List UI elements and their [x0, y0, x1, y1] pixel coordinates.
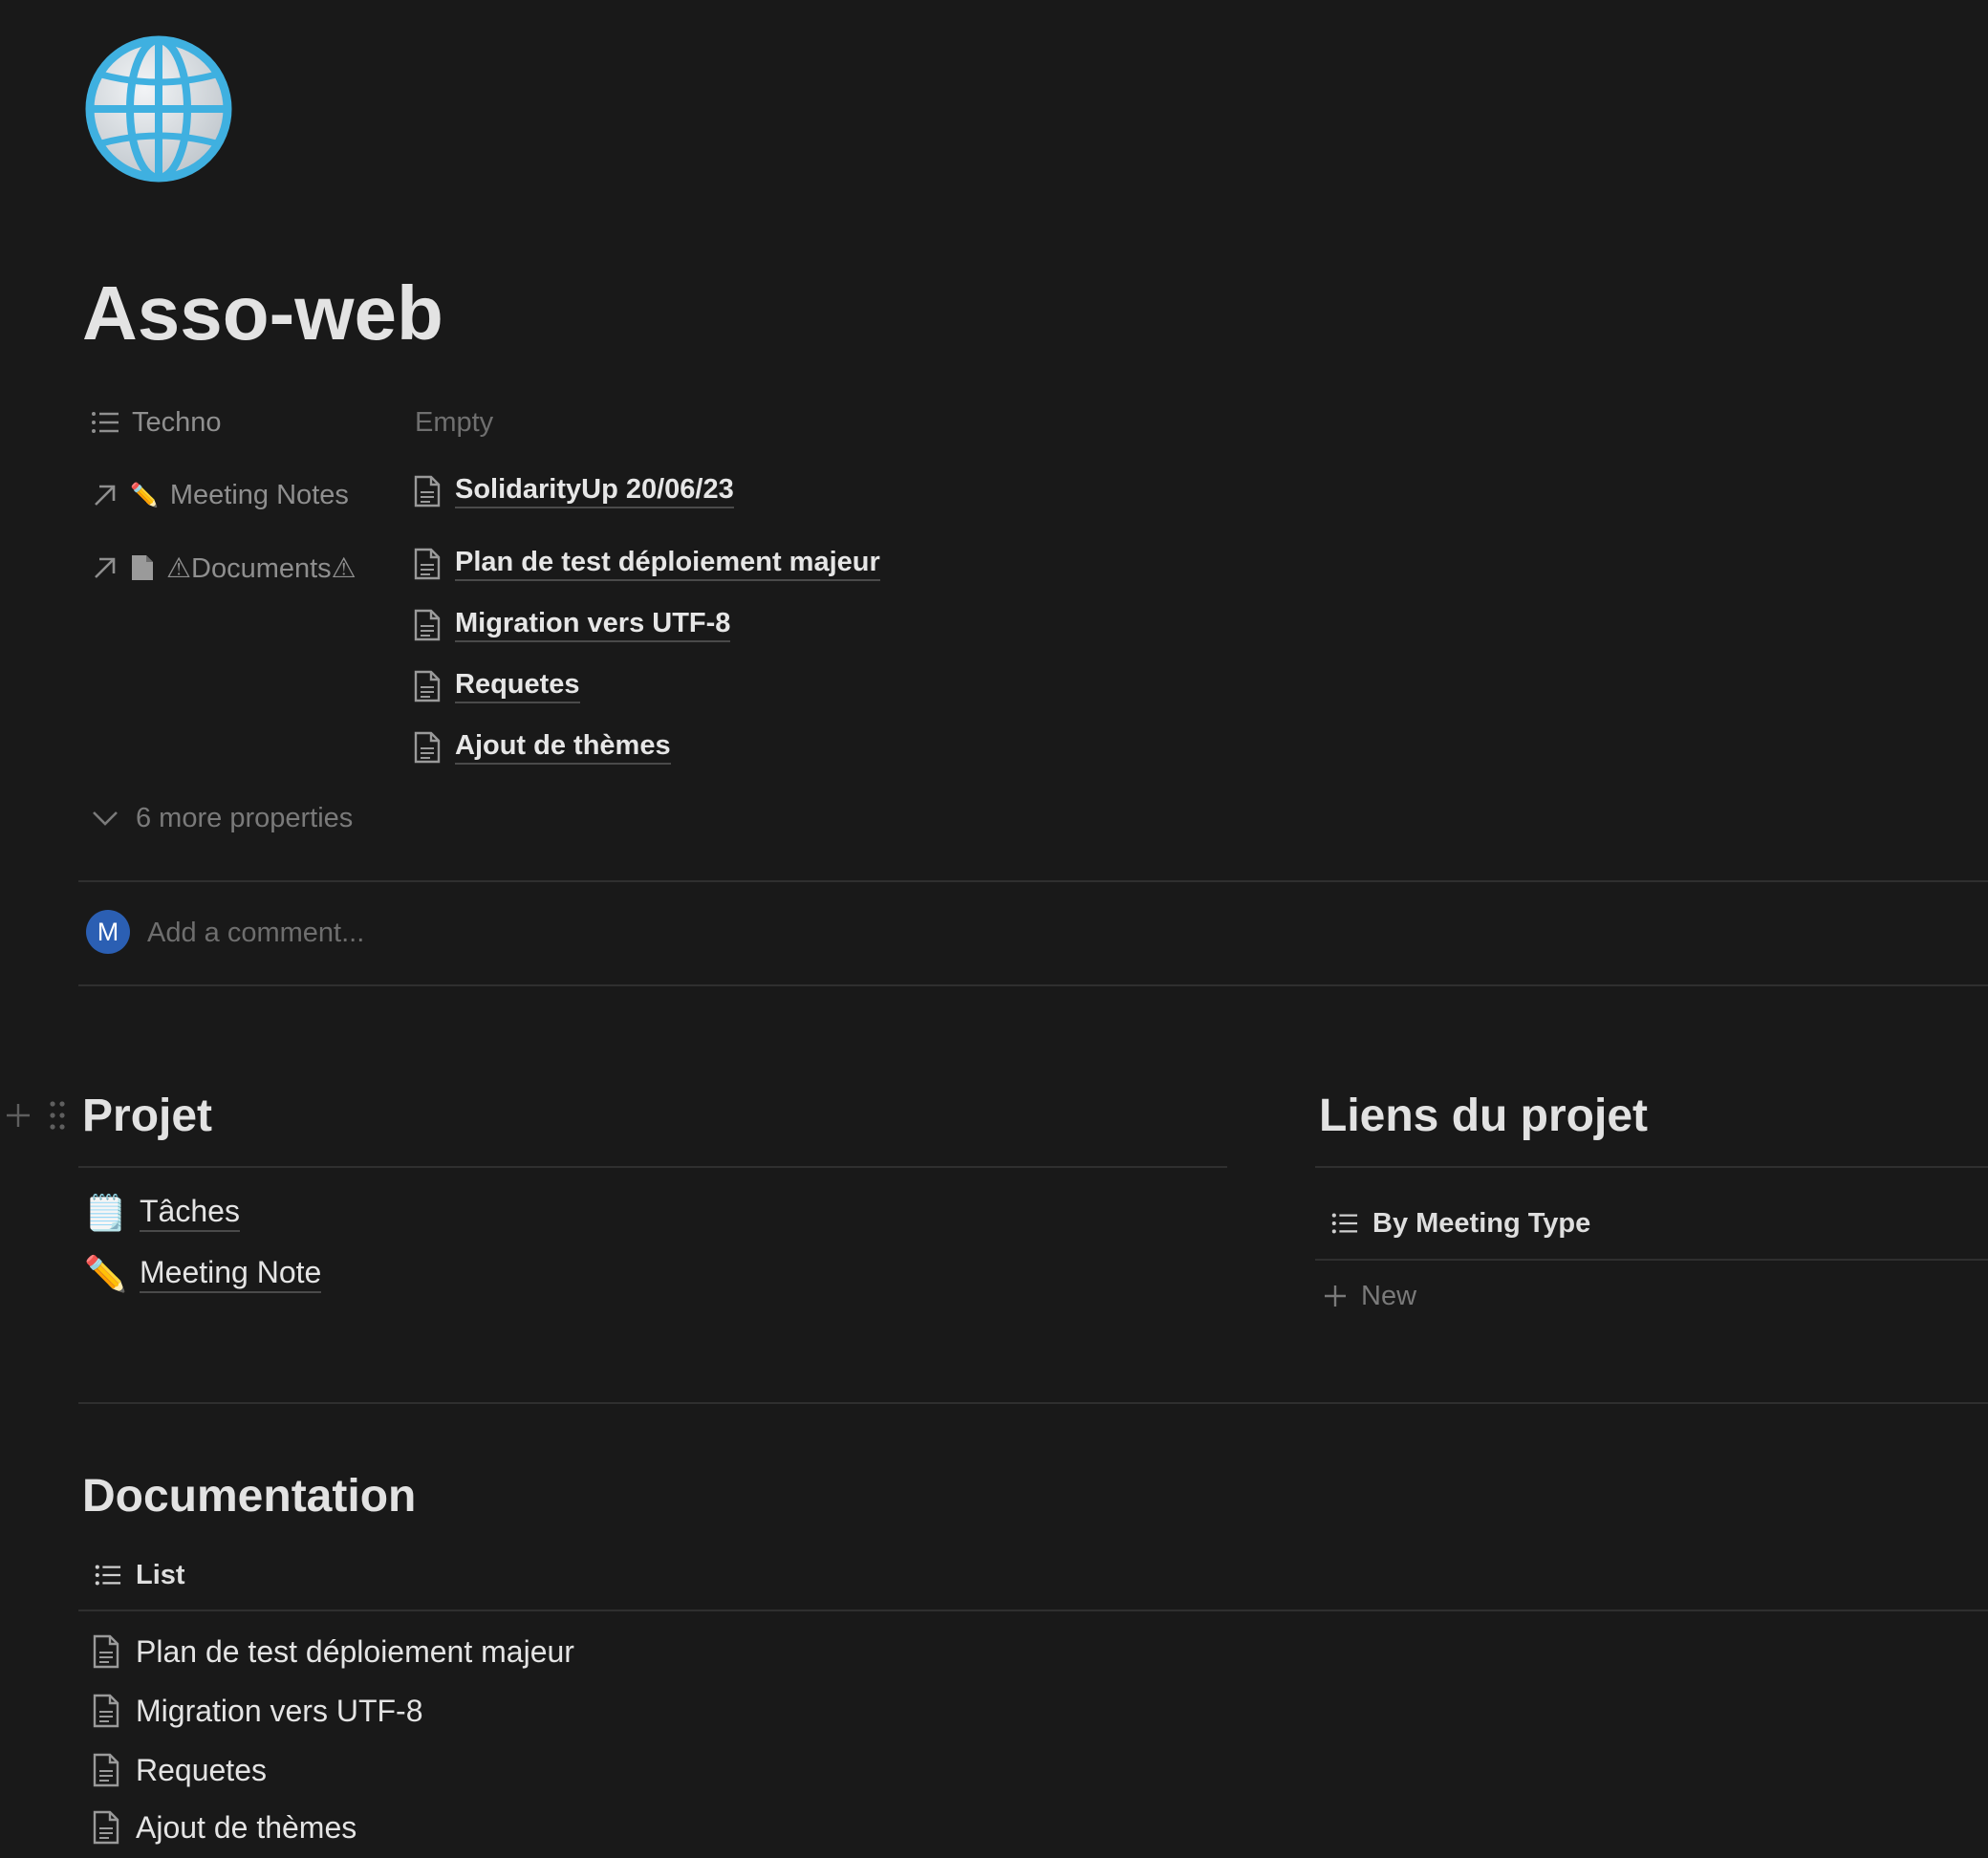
drag-handle-icon	[50, 1101, 65, 1130]
relation-item[interactable]: Migration vers UTF-8	[413, 606, 731, 644]
drag-handle[interactable]	[48, 1099, 67, 1132]
relation-link[interactable]: Requetes	[455, 669, 580, 703]
divider	[1315, 1166, 1988, 1168]
relation-item[interactable]: SolidarityUp 20/06/23	[413, 472, 734, 510]
empty-value: Empty	[415, 406, 494, 438]
comment-input[interactable]: Add a comment...	[147, 914, 1868, 952]
property-name: ⚠Documents⚠	[166, 552, 357, 584]
property-name: Techno	[132, 406, 222, 438]
document-icon	[93, 1810, 119, 1845]
relation-link[interactable]: Plan de test déploiement majeur	[455, 547, 880, 581]
property-techno-value[interactable]: Empty	[415, 403, 493, 442]
document-icon	[414, 609, 441, 641]
relation-item[interactable]: Ajout de thèmes	[413, 728, 671, 767]
view-label: List	[136, 1559, 185, 1590]
property-meeting-notes[interactable]: ✏️ Meeting Notes	[92, 476, 349, 514]
projet-heading: Projet	[82, 1091, 213, 1141]
relation-item[interactable]: Plan de test déploiement majeur	[413, 545, 880, 583]
liens-heading: Liens du projet	[1319, 1091, 1649, 1141]
list-item-title: Requetes	[136, 1752, 267, 1787]
divider	[1315, 1259, 1988, 1261]
chevron-down-icon	[93, 811, 118, 826]
property-techno[interactable]: Techno	[90, 403, 222, 442]
document-icon	[414, 548, 441, 580]
arrow-up-right-icon	[95, 485, 116, 506]
more-properties-label: 6 more properties	[136, 802, 354, 833]
list-icon	[95, 1565, 121, 1586]
list-item[interactable]: Plan de test déploiement majeur	[92, 1631, 574, 1673]
relation-link[interactable]: Migration vers UTF-8	[455, 608, 731, 642]
globe-icon	[85, 35, 232, 183]
document-icon	[414, 731, 441, 764]
list-icon	[1331, 1213, 1358, 1234]
divider	[78, 1166, 1227, 1168]
avatar-letter: M	[97, 917, 119, 946]
page-link-meeting-note[interactable]: ✏️ Meeting Note	[84, 1252, 322, 1296]
list-item[interactable]: Migration vers UTF-8	[92, 1690, 423, 1732]
view-label: By Meeting Type	[1372, 1207, 1591, 1239]
page-facing-up-icon	[132, 555, 153, 580]
divider	[78, 1610, 1988, 1611]
page-link-label: Meeting Note	[140, 1255, 322, 1293]
add-block-button[interactable]	[4, 1101, 32, 1130]
list-icon	[92, 412, 119, 433]
relation-link[interactable]: Ajout de thèmes	[455, 730, 671, 765]
page-link-label: Tâches	[140, 1194, 240, 1232]
arrow-up-right-icon	[95, 557, 116, 578]
divider	[78, 1402, 1988, 1404]
property-name: Meeting Notes	[169, 479, 349, 510]
new-label: New	[1361, 1280, 1417, 1311]
document-icon	[414, 475, 441, 508]
list-item[interactable]: Ajout de thèmes	[92, 1806, 357, 1848]
list-item-title: Plan de test déploiement majeur	[136, 1633, 574, 1669]
document-icon	[93, 1634, 119, 1669]
avatar: M	[86, 910, 130, 954]
view-tab-list[interactable]: List	[94, 1556, 185, 1594]
plus-icon	[7, 1104, 30, 1127]
relation-link[interactable]: SolidarityUp 20/06/23	[455, 474, 734, 508]
notepad-icon: 🗒️	[84, 1194, 127, 1233]
list-item-title: Migration vers UTF-8	[136, 1693, 423, 1728]
more-properties-toggle[interactable]: 6 more properties	[92, 799, 353, 837]
divider	[78, 880, 1988, 882]
page-title[interactable]: Asso-web	[82, 270, 443, 357]
relation-item[interactable]: Requetes	[413, 667, 580, 705]
document-icon	[93, 1694, 119, 1728]
divider	[78, 984, 1988, 986]
pencil-icon: ✏️	[84, 1255, 127, 1294]
view-tab-by-meeting-type[interactable]: By Meeting Type	[1330, 1204, 1590, 1242]
new-row-button[interactable]: New	[1323, 1277, 1416, 1315]
list-item-title: Ajout de thèmes	[136, 1809, 357, 1845]
documentation-heading: Documentation	[82, 1471, 417, 1522]
list-item[interactable]: Requetes	[92, 1749, 267, 1791]
page-icon[interactable]	[84, 34, 233, 184]
property-documents[interactable]: ⚠Documents⚠	[92, 549, 357, 587]
pencil-icon: ✏️	[130, 482, 159, 508]
plus-icon	[1325, 1285, 1346, 1307]
document-icon	[93, 1753, 119, 1787]
page-link-taches[interactable]: 🗒️ Tâches	[84, 1191, 240, 1235]
document-icon	[414, 670, 441, 702]
